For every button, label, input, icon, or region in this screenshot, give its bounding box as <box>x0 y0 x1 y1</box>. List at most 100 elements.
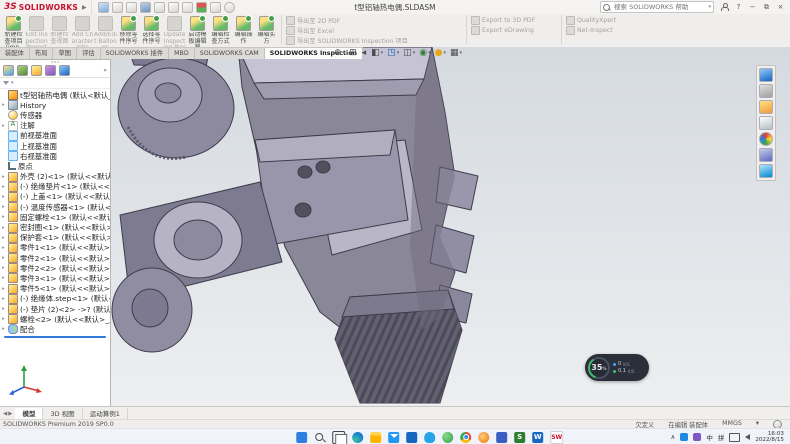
ribbon-tab[interactable]: 评估 <box>77 47 101 59</box>
browser-green-icon[interactable] <box>442 432 453 443</box>
view-orientation-icon[interactable]: ◳▾ <box>387 47 399 60</box>
ribbon-tab[interactable]: 装配体 <box>0 47 30 59</box>
panel-tabs-overflow[interactable]: » <box>103 67 107 74</box>
ribbon-tab[interactable]: SOLIDWORKS CAM <box>195 47 265 59</box>
rebuild-icon[interactable] <box>196 2 207 13</box>
tray-expand-caret[interactable]: ∧ <box>671 433 676 441</box>
tree-item[interactable]: ▸ 密封圈<1> (默认<<默认>_显示状 <box>0 222 110 232</box>
solidworks-resources-icon[interactable] <box>759 68 773 82</box>
app-s-icon[interactable]: S <box>514 432 525 443</box>
tree-item[interactable]: ▸ 注解 <box>0 121 110 131</box>
task-view-button[interactable] <box>332 431 345 444</box>
login-button[interactable] <box>718 1 731 13</box>
file-properties-icon[interactable] <box>210 2 221 13</box>
display-style-icon[interactable]: ◫▾ <box>403 47 415 60</box>
mail-icon[interactable] <box>388 432 399 443</box>
hide-show-items-icon[interactable]: ◉▾ <box>419 47 430 60</box>
export-button[interactable]: Export eDrawing <box>471 26 557 35</box>
tree-item[interactable]: ▸ (-) 绝缘体.step<1> (默认<<默认> <box>0 294 110 304</box>
select-icon[interactable] <box>182 2 193 13</box>
ime-mode-indicator[interactable]: 拼 <box>718 432 725 442</box>
open-file-icon[interactable] <box>126 2 137 13</box>
search-input[interactable] <box>612 2 706 12</box>
tree-filter[interactable]: ▾ <box>0 78 110 89</box>
tree-item[interactable]: ▸ 前视基准面 <box>0 131 110 141</box>
tab-display-manager[interactable] <box>59 65 70 76</box>
tree-item[interactable]: ▸ 零件3<1> (默认<<默认>_显示状 <box>0 273 110 283</box>
close-button[interactable]: × <box>774 1 787 13</box>
restore-button[interactable]: ⧉ <box>760 1 773 13</box>
help-button[interactable]: ? <box>732 1 745 13</box>
tree-item[interactable]: ▸ 零件1<1> (默认<<默认>_显示状 <box>0 243 110 253</box>
export-button[interactable]: Export to 3D PDF <box>471 16 557 25</box>
ribbon-tab[interactable]: 布局 <box>30 47 54 59</box>
ribbon-tab[interactable]: SOLIDWORKS 插件 <box>101 47 169 59</box>
document-tab[interactable]: 运动算例1 <box>83 408 128 420</box>
tree-item[interactable]: ▸ 传感器 <box>0 110 110 120</box>
start-button[interactable] <box>296 432 307 443</box>
tray-app-blue-icon[interactable] <box>680 433 688 441</box>
document-tab[interactable]: 3D 视图 <box>43 408 82 420</box>
tree-item[interactable]: ▸ History <box>0 100 110 110</box>
forum-icon[interactable] <box>759 164 773 178</box>
file-explorer-icon[interactable] <box>759 100 773 114</box>
3d-model[interactable] <box>0 47 790 406</box>
tab-scroll-button[interactable]: ◀ <box>3 411 7 417</box>
menu-flyout-icon[interactable]: ▶ <box>82 4 87 11</box>
tree-item[interactable]: ▸ 保护套<1> (默认<<默认>_显示状 <box>0 233 110 243</box>
undo-icon[interactable] <box>168 2 179 13</box>
tree-item[interactable]: ▸ 右视基准面 <box>0 151 110 161</box>
edge-icon[interactable] <box>352 432 363 443</box>
tree-item[interactable]: ▸ (-) 绝缘垫片<1> (默认<<默认>_显 <box>0 182 110 192</box>
wps-icon[interactable]: W <box>532 432 543 443</box>
tree-item[interactable]: ▸ 配合 <box>0 324 110 334</box>
view-palette-icon[interactable] <box>759 116 773 130</box>
quality-button[interactable]: QualityXpert <box>566 16 646 25</box>
graphics-area[interactable]: 装配体布局草图评估SOLIDWORKS 插件MBDSOLIDWORKS CAMS… <box>0 47 790 406</box>
tree-item[interactable]: ▸ (-) 温度传感器<1> (默认<<默认>_ <box>0 202 110 212</box>
export-button[interactable]: 导出至 SOLIDWORKS Inspection 项目 <box>286 36 462 45</box>
file-explorer-icon[interactable] <box>370 432 381 443</box>
search-caret-icon[interactable]: ▾ <box>708 4 711 10</box>
home-icon[interactable] <box>98 2 109 13</box>
ribbon-tab[interactable]: 草图 <box>53 47 77 59</box>
notes-app-icon[interactable] <box>496 432 507 443</box>
tree-item[interactable]: ▸ 零件5<1> (默认<<默认>_显示状 <box>0 284 110 294</box>
appearances-icon[interactable] <box>759 132 773 146</box>
tree-item[interactable]: ▸ t型铝轴热电偶 (默认<默认_显示状态-1 <box>0 90 110 100</box>
tab-dimxpert-manager[interactable] <box>45 65 56 76</box>
section-view-icon[interactable]: ◧▾ <box>371 47 383 60</box>
store-icon[interactable] <box>406 432 417 443</box>
help-search-box[interactable]: ▾ <box>600 1 714 13</box>
export-button[interactable]: 导出至 2D PDF <box>286 16 462 25</box>
tree-item[interactable]: ▸ (-) 上盖<1> (默认<<默认>_显示状 <box>0 192 110 202</box>
tree-item[interactable]: ▸ 零件2<2> (默认<<默认>_显示状 <box>0 263 110 273</box>
design-library-icon[interactable] <box>759 84 773 98</box>
tree-item[interactable]: ▸ 原点 <box>0 161 110 171</box>
rollback-bar[interactable] <box>4 336 106 338</box>
orientation-triad[interactable] <box>8 363 42 395</box>
edit-appearance-icon[interactable]: ●▾ <box>435 47 446 60</box>
monitor-gauge-overlay[interactable]: 35 % 0K/S 0.1K/S <box>585 354 649 381</box>
tab-scroll-button[interactable]: ▶ <box>8 411 12 417</box>
tab-configuration-manager[interactable] <box>31 65 42 76</box>
solidworks-logo[interactable]: 3S SOLIDWORKS ▶ <box>0 0 92 14</box>
search-button[interactable] <box>314 432 325 443</box>
tree-item[interactable]: ▸ (-) 垫片 (2)<2> ->? (默认<<默认> <box>0 304 110 314</box>
print-icon[interactable] <box>154 2 165 13</box>
tree-item[interactable]: ▸ 螺栓<2> (默认<<默认>_显示状态 <box>0 314 110 324</box>
view-settings-icon[interactable]: ▦▾ <box>450 47 462 60</box>
tree-item[interactable]: ▸ 零件2<1> (默认<<默认>_显示状 <box>0 253 110 263</box>
custom-properties-icon[interactable] <box>759 148 773 162</box>
solidworks-icon[interactable]: SW <box>550 431 563 444</box>
browser-orange-icon[interactable] <box>478 432 489 443</box>
new-file-icon[interactable] <box>112 2 123 13</box>
tree-item[interactable]: ▸ 外壳 (2)<1> (默认<<默认>_显示状 <box>0 172 110 182</box>
quality-button[interactable]: Net-Inspect <box>566 26 646 35</box>
tab-feature-manager[interactable] <box>3 65 14 76</box>
document-tab[interactable]: 模型 <box>15 408 43 420</box>
tree-item[interactable]: ▸ 固定螺栓<1> (默认<<默认>_显示 <box>0 212 110 222</box>
export-button[interactable]: 导出至 Excel <box>286 26 462 35</box>
taskbar-clock[interactable]: 16:03 2022/8/15 <box>755 431 784 444</box>
tray-shield-icon[interactable] <box>693 433 701 441</box>
